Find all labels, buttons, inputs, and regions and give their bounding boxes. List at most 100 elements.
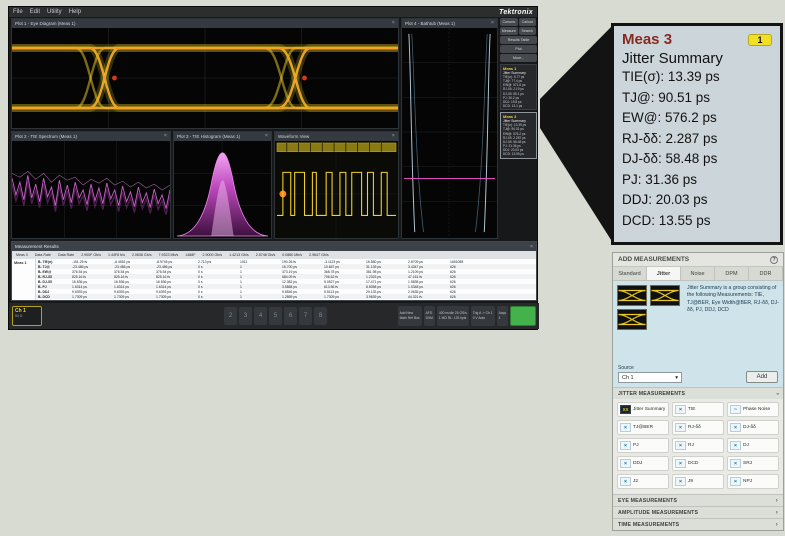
close-icon[interactable]: × <box>392 21 395 27</box>
summary-cell: Meas 3 <box>16 253 28 257</box>
chevron-right-icon: › <box>776 498 778 504</box>
measurement-option[interactable]: × PJ <box>617 438 669 453</box>
menu-item[interactable]: Help <box>69 9 81 15</box>
measurement-option[interactable]: ~ Phase Noise <box>727 402 779 417</box>
channel-button[interactable]: 4 <box>254 307 267 325</box>
measurement-value: PJ: 31.36 ps <box>622 170 772 191</box>
measurement-option[interactable]: × J2 <box>617 474 669 489</box>
section-jitter-measurements[interactable]: JITTER MEASUREMENTS › <box>613 387 783 399</box>
channel-button[interactable]: 7 <box>299 307 312 325</box>
close-icon[interactable]: × <box>392 134 395 140</box>
measurement-icon: × <box>730 441 741 450</box>
measurement-tabs: Standard Jitter Noise DPM DDR <box>613 267 783 281</box>
acquisition-badge[interactable]: Acqs 1 <box>497 306 508 326</box>
measurement-icon: ~ <box>730 405 741 414</box>
close-icon[interactable]: × <box>530 244 533 250</box>
tab-noise[interactable]: Noise <box>681 267 715 280</box>
page: FileEditUtilityHelp Tektronix Plot 1 - E… <box>0 0 785 536</box>
measurement-option[interactable]: × SRJ <box>727 456 779 471</box>
summary-cell: 2.5748 Gb/s <box>256 253 276 257</box>
horizontal-badge[interactable]: 400 ns/div 25 GS/s 1 MΩ RL: 125 kpts <box>437 306 469 326</box>
meas1-badge[interactable]: Meas 1 Jitter Summary TIE(σ): 5.77 psTJ@… <box>500 64 537 110</box>
plot-bathtub[interactable]: Plot 4 - Bathtub (Meas 1) × <box>401 18 498 239</box>
measurement-icon: × <box>620 459 631 468</box>
afg-dvm-buttons[interactable]: AFG DVM <box>424 306 435 326</box>
toolbar-button[interactable]: Plot <box>500 45 537 53</box>
measurement-option[interactable]: × DJ <box>727 438 779 453</box>
table-row: B- RJ-δδ 825.16 fs825.16 fs 825.16 fs0 s… <box>36 274 536 279</box>
channel-button[interactable]: 8 <box>314 307 327 325</box>
add-new-buttons[interactable]: Add New Math Ref Bus <box>398 306 422 326</box>
histogram-canvas <box>174 141 271 238</box>
measurement-option[interactable]: × TIE <box>672 402 724 417</box>
menu-item[interactable]: Edit <box>30 9 40 15</box>
measurement-label: TIE <box>688 407 695 412</box>
chevron-right-icon: › <box>776 510 778 516</box>
plot-waveform-view[interactable]: Waveform View × <box>274 131 399 239</box>
plot-tie-histogram[interactable]: Plot 3 - TIE Histogram (Meas 1) × <box>173 131 272 239</box>
close-icon[interactable]: × <box>491 21 494 27</box>
section-header[interactable]: TIME MEASUREMENTS › <box>613 518 783 530</box>
panel-title: ADD MEASUREMENTS <box>618 256 689 263</box>
measurement-option[interactable]: × DJ-δδ <box>727 420 779 435</box>
measurement-value: DDJ: 20.03 ps <box>622 190 772 211</box>
measurement-option[interactable]: × TJ@BER <box>617 420 669 435</box>
measurement-icon: × <box>675 459 686 468</box>
measurement-option[interactable]: × NPJ <box>727 474 779 489</box>
meas3-badge[interactable]: Meas 3 Jitter Summary TIE(σ): 13.39 psTJ… <box>500 112 537 158</box>
chevron-icon: › <box>774 392 780 394</box>
measurement-option[interactable]: × J9 <box>672 474 724 489</box>
eye-diagram-canvas <box>12 28 398 128</box>
toolbar-button[interactable]: Search <box>519 27 537 35</box>
tab-standard[interactable]: Standard <box>613 267 647 280</box>
measurement-option[interactable]: × DDJ <box>617 456 669 471</box>
plot-tie-spectrum[interactable]: Plot 2 - TIE Spectrum (Meas 1) × <box>11 131 171 239</box>
channel-button[interactable]: 3 <box>239 307 252 325</box>
measurement-option[interactable]: × RJ <box>672 438 724 453</box>
measurement-option[interactable]: × DCD <box>672 456 724 471</box>
run-stop-button[interactable] <box>510 306 536 326</box>
menu-item[interactable]: Utility <box>47 9 62 15</box>
callout-title: Meas 3 <box>622 31 672 48</box>
section-header[interactable]: EYE MEASUREMENTS › <box>613 494 783 506</box>
help-icon[interactable]: ? <box>770 256 778 264</box>
table-row: B- TIE(σ) -151.25 fs-6.4551 ps -8.9745 p… <box>36 259 536 264</box>
plot-header: Plot 2 - TIE Spectrum (Meas 1) × <box>12 132 170 141</box>
measurement-option[interactable]: × RJ-δδ <box>672 420 724 435</box>
count-badge: 1 <box>748 34 772 46</box>
channel-button[interactable]: 6 <box>284 307 297 325</box>
measurement-icon: × <box>675 423 686 432</box>
channel1-coupling: 50 Ω <box>15 314 39 318</box>
toolbar-button[interactable]: Measure <box>500 27 518 35</box>
source-select[interactable]: Ch 1 ▾ <box>618 372 682 383</box>
tab-dpm[interactable]: DPM <box>715 267 749 280</box>
channel1-badge[interactable]: Ch 1 50 Ω <box>12 306 42 326</box>
channel-button[interactable]: 2 <box>224 307 237 325</box>
summary-cell: 2.0638 Gb/s <box>132 253 152 257</box>
measurement-label: Jitter Summary <box>633 407 665 412</box>
add-button[interactable]: Add <box>746 371 778 383</box>
toolbar-button[interactable]: Results Table <box>500 36 537 44</box>
tab-content: Jitter Summary is a group consisting of … <box>613 281 783 357</box>
plot-title: Plot 4 - Bathtub (Meas 1) <box>405 21 491 26</box>
measurement-value: RJ-δδ: 2.287 ps <box>622 129 772 150</box>
plot-eye-diagram[interactable]: Plot 1 - Eye Diagram (Meas 1) × <box>11 18 399 129</box>
toolbar-button[interactable]: More... <box>500 54 537 62</box>
summary-cell: 1.4213 Gb/s <box>229 253 249 257</box>
measurement-label: RJ <box>688 443 694 448</box>
close-icon[interactable]: × <box>265 134 268 140</box>
measurement-icon: × <box>620 423 631 432</box>
toolbar-button[interactable]: Cursors <box>500 18 518 26</box>
section-label: JITTER MEASUREMENTS <box>618 391 685 397</box>
toolbar-button[interactable]: Callout <box>519 18 537 26</box>
tab-jitter[interactable]: Jitter <box>647 267 681 280</box>
menu-item[interactable]: File <box>13 9 23 15</box>
measurement-option[interactable]: XX Jitter Summary <box>617 402 669 417</box>
plot-header: Waveform View × <box>275 132 398 141</box>
trigger-badge[interactable]: Trig A ↗ Ch 1 0 V Auto <box>471 306 495 326</box>
section-header[interactable]: AMPLITUDE MEASUREMENTS › <box>613 506 783 518</box>
plot-title: Plot 1 - Eye Diagram (Meas 1) <box>15 21 392 26</box>
tab-ddr[interactable]: DDR <box>749 267 783 280</box>
channel-button[interactable]: 5 <box>269 307 282 325</box>
close-icon[interactable]: × <box>164 134 167 140</box>
